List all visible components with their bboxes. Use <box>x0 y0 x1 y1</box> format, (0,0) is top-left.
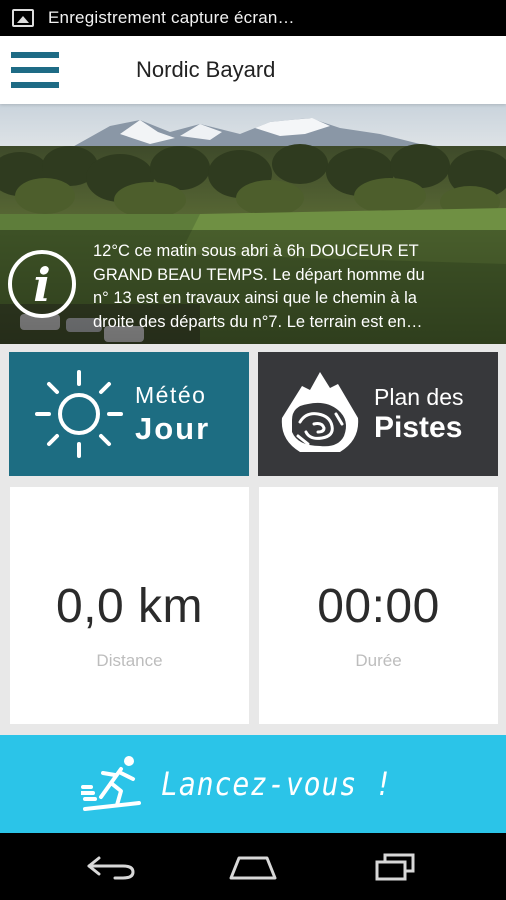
info-line: 12°C ce matin sous abri à 6h DOUCEUR ET <box>93 242 419 260</box>
meteo-label: Météo Jour <box>135 382 211 446</box>
lancez-vous-button[interactable]: Lancez-vous ! <box>0 735 506 833</box>
meteo-label-line1: Météo <box>135 382 207 408</box>
home-icon[interactable] <box>223 845 283 889</box>
meteo-label-line2: Jour <box>135 411 211 446</box>
hamburger-menu-icon[interactable] <box>11 48 59 92</box>
duration-card: 00:00 Durée <box>259 487 498 724</box>
plan-label-line2: Pistes <box>374 410 463 444</box>
info-line: GRAND BEAU TEMPS. Le départ homme du <box>93 265 425 284</box>
app-screen: Enregistrement capture écran… Nordic Bay… <box>0 0 506 900</box>
hero-banner[interactable]: i 12°C ce matin sous abri à 6h DOUCEUR E… <box>0 104 506 344</box>
mountain-map-icon <box>281 372 359 452</box>
info-message: 12°C ce matin sous abri à 6h DOUCEUR ET … <box>93 240 493 334</box>
distance-card: 0,0 km Distance <box>10 487 249 724</box>
plan-label-line1: Plan des <box>374 383 464 410</box>
app-title: Nordic Bayard <box>136 57 276 82</box>
app-bar: Nordic Bayard <box>0 36 506 104</box>
recents-icon[interactable] <box>365 845 425 889</box>
distance-label: Distance <box>96 651 163 670</box>
duration-label: Durée <box>355 651 402 670</box>
skier-icon <box>81 756 142 811</box>
info-line: n° 13 est en travaux ainsi que le chemin… <box>93 289 417 307</box>
distance-value: 0,0 km <box>55 580 204 633</box>
status-bar: Enregistrement capture écran… <box>0 0 506 36</box>
plan-des-pistes-tile[interactable]: Plan des Pistes <box>258 352 498 476</box>
duration-value: 00:00 <box>317 580 440 633</box>
lancez-vous-label: Lancez-vous ! <box>161 765 394 803</box>
meteo-jour-tile[interactable]: Météo Jour <box>9 352 249 476</box>
plan-label: Plan des Pistes <box>374 383 464 444</box>
system-nav-bar <box>0 833 506 900</box>
back-icon[interactable] <box>81 845 141 889</box>
image-icon <box>12 9 34 27</box>
status-notification-text: Enregistrement capture écran… <box>48 8 295 27</box>
info-icon[interactable]: i <box>8 250 76 318</box>
sun-icon <box>35 370 123 458</box>
info-line: droite des départs du n°7. Le terrain es… <box>93 312 423 331</box>
